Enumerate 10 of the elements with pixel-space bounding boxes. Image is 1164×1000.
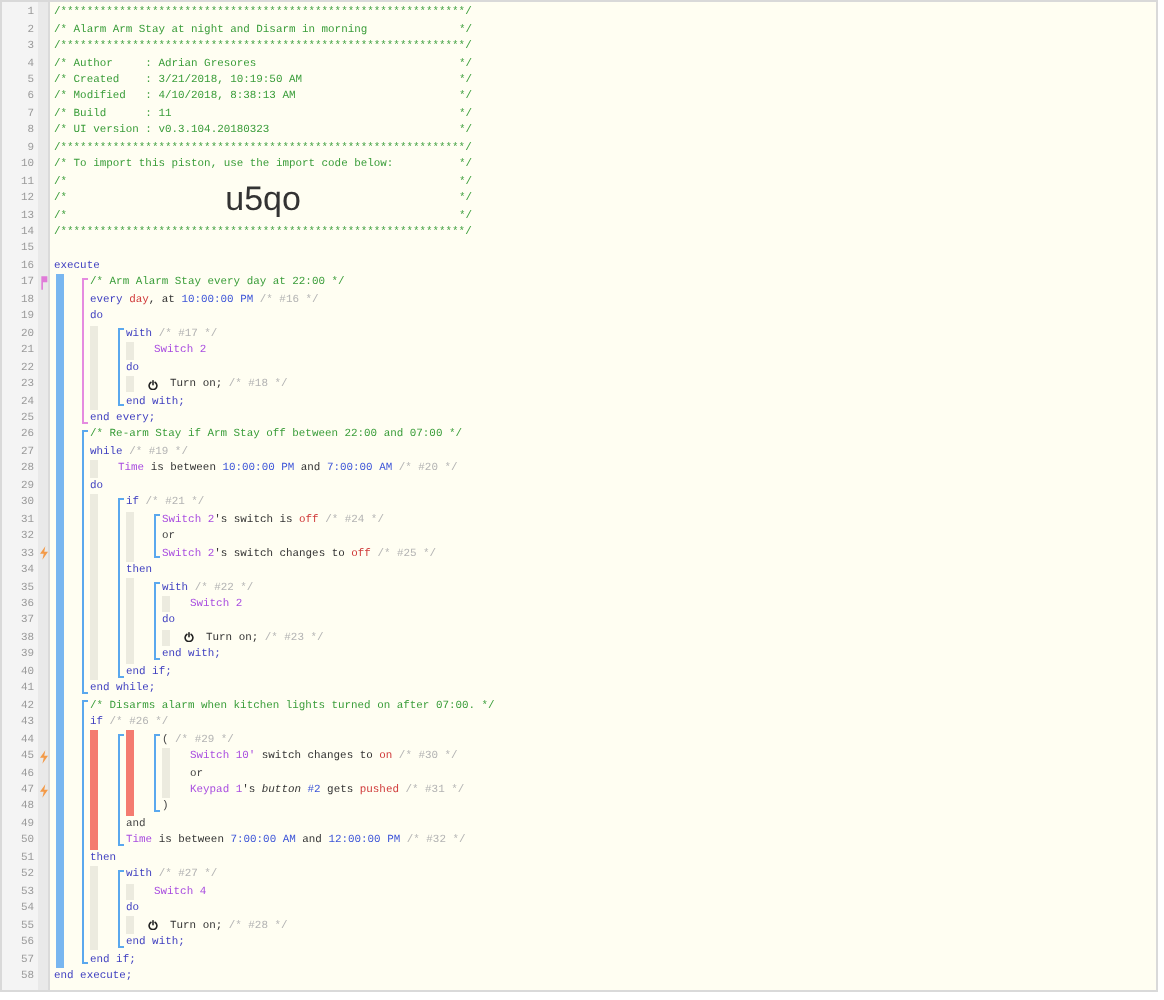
condition-bar	[126, 730, 134, 816]
power-icon	[184, 632, 194, 643]
power-icon	[148, 379, 158, 390]
flag-icon	[40, 275, 48, 290]
lightning-icon	[40, 546, 48, 561]
lightning-icon	[40, 783, 48, 798]
power-icon	[148, 920, 158, 931]
lightning-icon	[40, 749, 48, 764]
condition-bar	[90, 730, 98, 850]
import-code: u5qo	[223, 181, 303, 216]
